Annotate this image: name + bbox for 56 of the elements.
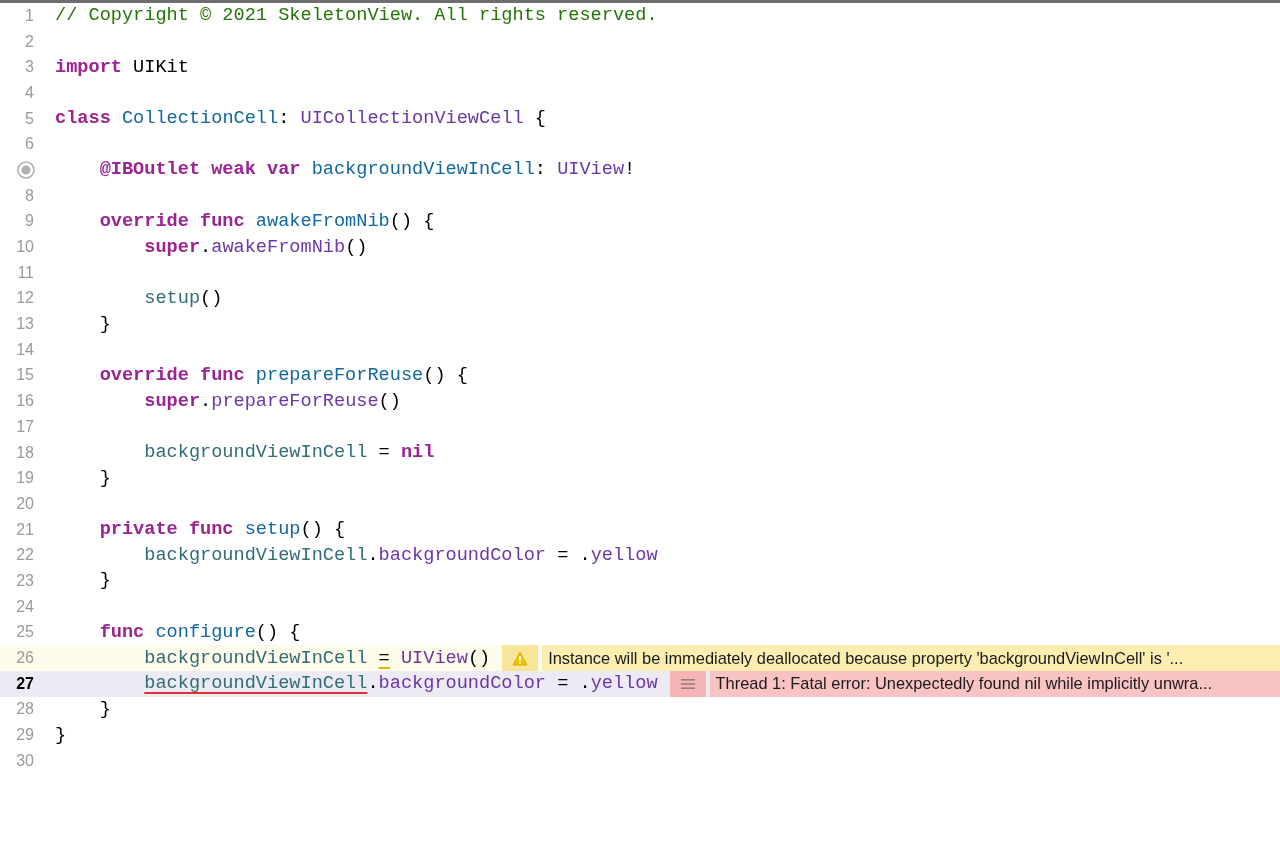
code-line: super.prepareForReuse() xyxy=(143,390,401,412)
code-line: @IBOutlet weak var backgroundViewInCell: UIView! xyxy=(98,159,636,181)
code-line: super.awakeFromNib() xyxy=(143,236,368,258)
code-line: } xyxy=(98,698,111,720)
code-line: backgroundViewInCell = nil xyxy=(143,442,435,464)
error-message[interactable]: Thread 1: Fatal error: Unexpectedly found nil while implicitly unwra... xyxy=(709,670,1280,697)
code-line: } xyxy=(98,313,111,335)
line-number: 1 xyxy=(25,6,35,25)
line-number: 24 xyxy=(16,597,35,616)
line-number: 19 xyxy=(16,469,35,488)
line-number: 13 xyxy=(16,315,35,334)
code-line: setup() xyxy=(143,287,223,309)
line-number: 23 xyxy=(16,571,35,590)
warning-message[interactable]: Instance will be immediately deallocated because property 'backgroundViewInCell' is '... xyxy=(542,645,1280,671)
line-number: 16 xyxy=(16,392,35,411)
line-number: 14 xyxy=(16,340,35,359)
line-number: 8 xyxy=(25,186,35,205)
line-number: 20 xyxy=(16,494,35,513)
code-line: backgroundViewInCell.backgroundColor = .yellow xyxy=(143,673,658,695)
line-number: 9 xyxy=(25,212,35,231)
line-number: 17 xyxy=(16,417,35,436)
line-number: 10 xyxy=(16,238,35,257)
line-number: 15 xyxy=(16,366,35,385)
code-line: func configure() { xyxy=(98,621,301,643)
lines-icon xyxy=(680,678,695,689)
line-number: 28 xyxy=(16,700,35,719)
error-icon-box[interactable] xyxy=(669,670,706,697)
line-number: 18 xyxy=(16,443,35,462)
line-number: 12 xyxy=(16,289,35,308)
code-line: override func prepareForReuse() { xyxy=(98,364,468,386)
line-number: 3 xyxy=(25,58,35,77)
line-number: 30 xyxy=(16,751,35,770)
line-number: 25 xyxy=(16,623,35,642)
code-line: backgroundViewInCell = UIView() xyxy=(143,647,491,669)
code-line: override func awakeFromNib() { xyxy=(98,210,435,232)
line-number: 21 xyxy=(16,520,35,539)
outlet-connection-icon[interactable] xyxy=(16,160,36,181)
code-line: backgroundViewInCell.backgroundColor = .yellow xyxy=(143,544,658,566)
line-number: 4 xyxy=(25,83,35,102)
line-number: 27 xyxy=(16,674,35,693)
code-line: } xyxy=(98,467,111,489)
warning-icon-box[interactable] xyxy=(502,645,539,671)
line-number: 11 xyxy=(17,263,35,282)
line-number: 29 xyxy=(16,726,35,745)
code-line: } xyxy=(55,724,67,746)
line-number: 5 xyxy=(25,109,35,128)
code-line: } xyxy=(98,570,111,592)
line-number: 2 xyxy=(25,32,35,51)
line-number: 6 xyxy=(25,135,35,154)
code-line: // Copyright © 2021 SkeletonView. All rights reserved. xyxy=(55,5,658,27)
code-line: class CollectionCell: UICollectionViewCell { xyxy=(55,108,546,130)
code-line: private func setup() { xyxy=(98,519,346,541)
code-line: import UIKit xyxy=(55,56,189,78)
line-number: 26 xyxy=(16,649,35,668)
warning-icon xyxy=(512,650,529,666)
line-number: 22 xyxy=(16,546,35,565)
